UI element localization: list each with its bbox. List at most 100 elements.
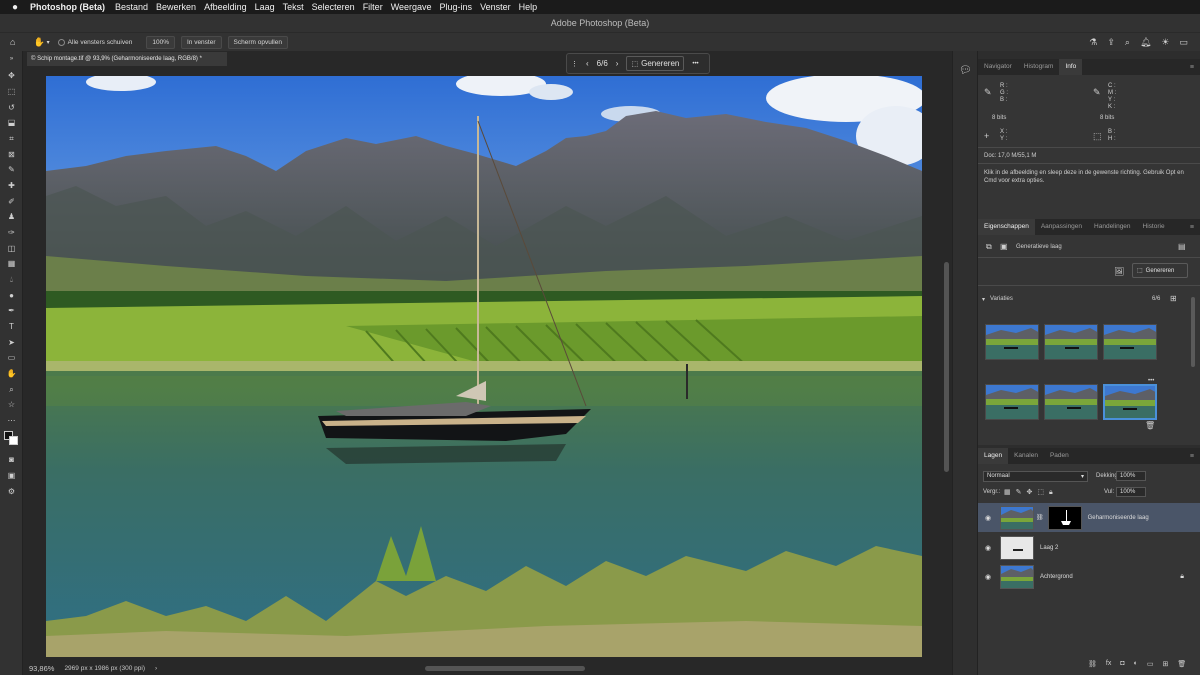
variation-thumbnail[interactable] [1044,384,1098,420]
lock-options-icons[interactable]: ▦✎✥⬚🔒︎ [1004,488,1058,497]
opacity-input[interactable]: 100% [1116,471,1146,481]
menu-plugins[interactable]: Plug-ins [440,2,481,12]
tab-info[interactable]: Info [1059,59,1083,75]
eraser-icon[interactable]: ◫ [4,243,19,255]
bell-icon[interactable]: 🔔︎ [1140,37,1151,48]
image-icon[interactable]: 🖼︎ [1114,267,1124,276]
lock-icon[interactable]: 🔒︎ [1180,573,1184,581]
fill-screen-button[interactable]: Scherm opvullen [227,35,288,49]
tab-histogram[interactable]: Histogram [1018,59,1060,75]
generate-button[interactable]: ⬚ Genereren [626,56,685,71]
panel-menu-icon[interactable]: ≡ [1190,224,1200,231]
chevron-down-icon[interactable]: ▾ [47,39,50,46]
layer-mask-thumbnail[interactable] [1047,505,1082,530]
menu-laag[interactable]: Laag [255,2,283,12]
properties-generate-button[interactable]: ⬚ Genereren [1132,263,1188,278]
apple-icon[interactable]: ● [0,2,30,13]
menu-weergave[interactable]: Weergave [391,2,440,12]
history-brush-icon[interactable]: ✑ [4,227,19,239]
object-select-icon[interactable]: ⬓ [4,117,19,129]
chain-link-icon[interactable]: ⛓ [1036,514,1044,521]
blend-mode-select[interactable]: Normaal ▾ [983,471,1088,482]
fx-icon[interactable]: fx [1106,660,1111,670]
layer-row[interactable]: ◉ Achtergrond 🔒︎ [978,562,1200,591]
layer-icon[interactable]: ▤ [1178,242,1186,251]
menu-help[interactable]: Help [519,2,546,12]
menu-selecteren[interactable]: Selecteren [312,2,363,12]
menu-app[interactable]: Photoshop (Beta) [30,2,115,12]
visibility-eye-icon[interactable]: ◉ [978,544,998,552]
hand-tool-icon[interactable]: ✋ [33,37,44,48]
gradient-tool-icon[interactable]: ▦ [4,258,19,270]
star-tool-icon[interactable]: ☆ [4,399,19,411]
tab-actions[interactable]: Handelingen [1088,219,1137,235]
comments-icon[interactable]: 💬︎ [959,65,973,79]
fit-window-button[interactable]: In venster [180,35,222,49]
frame-tool-icon[interactable]: ⊠ [4,149,19,161]
tab-adjustments[interactable]: Aanpassingen [1035,219,1088,235]
home-icon[interactable]: ⌂ [10,37,15,47]
path-select-icon[interactable]: ➤ [4,337,19,349]
properties-scrollbar[interactable] [1191,297,1195,367]
color-swatches[interactable] [4,431,19,446]
variation-thumbnail[interactable] [985,384,1039,420]
menu-filter[interactable]: Filter [363,2,391,12]
tab-history[interactable]: Historie [1137,219,1171,235]
crop-tool-icon[interactable]: ⌗ [4,133,19,145]
search-icon[interactable]: ⌕ [1125,37,1130,48]
zoom-tool-icon[interactable]: ⌕ [4,384,19,396]
tab-navigator[interactable]: Navigator [978,59,1018,75]
healing-brush-icon[interactable]: ✚ [4,180,19,192]
vertical-scrollbar[interactable] [944,262,949,472]
thumbnail-more-icon[interactable]: ••• [1148,378,1154,384]
screen-mode-icon[interactable]: ▣ [4,470,19,482]
flask-icon[interactable]: ⚗ [1089,37,1097,48]
brush-tool-icon[interactable]: ✐ [4,196,19,208]
tab-paths[interactable]: Paden [1044,448,1075,464]
workspace-icon[interactable]: ▭ [1179,37,1188,48]
menu-tekst[interactable]: Tekst [283,2,312,12]
grip-icon[interactable]: ⋮ [571,60,578,68]
menu-bestand[interactable]: Bestand [115,2,156,12]
stamp-tool-icon[interactable]: ♟ [4,211,19,223]
chevron-down-icon[interactable]: ▾ [982,296,985,303]
fill-input[interactable]: 100% [1116,487,1146,497]
panel-menu-icon[interactable]: ≡ [1190,64,1200,71]
new-group-icon[interactable]: ▭ [1147,660,1154,670]
pen-tool-icon[interactable]: ✒ [4,305,19,317]
variation-thumbnail-selected[interactable] [1103,384,1157,420]
tab-layers[interactable]: Lagen [978,448,1009,464]
delete-layer-icon[interactable]: 🗑︎ [1177,660,1186,670]
menu-venster[interactable]: Venster [480,2,519,12]
move-tool-icon[interactable]: ✥ [4,70,19,82]
new-layer-icon[interactable]: ⊞ [1162,660,1168,670]
next-variation-icon[interactable]: › [616,59,619,68]
hand-tool-icon[interactable]: ✋ [4,368,19,380]
add-mask-icon[interactable]: ◘ [1120,660,1124,670]
marquee-tool-icon[interactable]: ⬚ [4,86,19,98]
panel-menu-icon[interactable]: ≡ [1190,453,1200,460]
visibility-eye-icon[interactable]: ◉ [978,573,998,581]
horizontal-scrollbar[interactable] [425,666,585,671]
shape-tool-icon[interactable]: ▭ [4,352,19,364]
trash-icon[interactable]: 🗑︎ [1145,421,1155,430]
visibility-eye-icon[interactable]: ◉ [978,514,998,522]
zoom-100-button[interactable]: 100% [146,35,175,49]
adjustment-layer-icon[interactable]: ◐ [1134,660,1138,670]
document-tab[interactable]: © Schip montage.tif @ 93,9% (Geharmonise… [27,52,227,66]
variation-thumbnail[interactable] [985,324,1039,360]
more-tools-icon[interactable]: ⋯ [4,415,19,427]
zoom-level[interactable]: 93,86% [29,664,54,673]
dodge-tool-icon[interactable]: ● [4,290,19,302]
sun-icon[interactable]: ☀ [1161,37,1169,48]
status-chevron-icon[interactable]: › [155,665,157,672]
menu-bewerken[interactable]: Bewerken [156,2,204,12]
link-layers-icon[interactable]: ⛓ [1088,660,1097,670]
more-options-icon[interactable]: ••• [692,61,698,67]
type-tool-icon[interactable]: T [4,321,19,333]
variation-thumbnail[interactable] [1044,324,1098,360]
prev-variation-icon[interactable]: ‹ [586,59,589,68]
layer-row[interactable]: ◉ Laag 2 [978,533,1200,562]
quickmask-icon[interactable]: ◙ [4,454,19,466]
layer-row-selected[interactable]: ◉ ⛓ Geharmoniseerde laag [978,503,1200,532]
